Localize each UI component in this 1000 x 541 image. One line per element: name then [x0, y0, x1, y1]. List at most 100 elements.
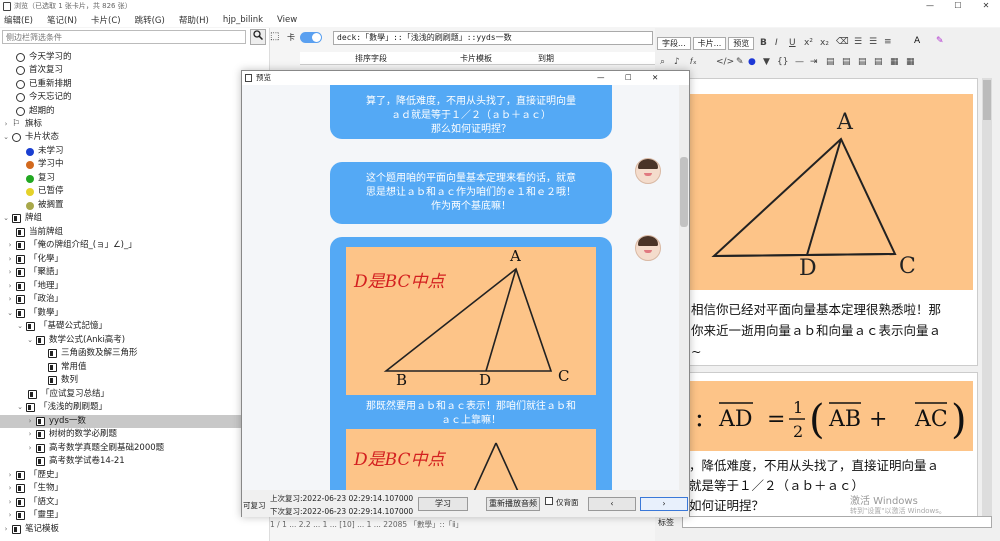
pen-icon[interactable]: ✎ [736, 57, 744, 67]
sidebar-item-buried[interactable]: 被搁置 [24, 199, 64, 212]
table-icon[interactable]: ▦ [890, 57, 899, 67]
indent-icon[interactable]: ⇥ [810, 57, 818, 67]
sidebar-item-review[interactable]: 复习 [24, 172, 55, 185]
bullet-list-icon[interactable]: ☰ [854, 37, 862, 47]
menu-edit[interactable]: 编辑(E) [4, 14, 33, 26]
html-icon[interactable]: </> [716, 57, 734, 67]
chevron-down-icon[interactable]: ⌄ [6, 307, 14, 320]
eraser-icon[interactable]: ⌫ [836, 37, 849, 47]
sidebar-item-new[interactable]: 未学习 [24, 145, 64, 158]
search-button[interactable] [250, 29, 266, 45]
preview-scrollbar-thumb[interactable] [680, 157, 688, 227]
align-icon[interactable]: ≡ [884, 37, 892, 47]
maximize-button[interactable]: ☐ [625, 71, 632, 85]
mic-icon[interactable]: ♪ [674, 57, 680, 67]
column-due[interactable]: 到期 [538, 53, 554, 64]
preview-button[interactable]: 预览 [728, 37, 755, 50]
sidebar-item-rescheduled[interactable]: 已重新排期 [14, 78, 72, 91]
sidebar-item-deck[interactable]: ⌄ 「浅浅的刷刷题」 [16, 401, 107, 414]
back-only-checkbox[interactable] [545, 497, 553, 505]
chevron-right-icon[interactable]: › [2, 118, 10, 131]
chevron-right-icon[interactable]: › [6, 280, 14, 293]
chevron-right-icon[interactable]: › [26, 442, 34, 455]
replay-audio-button[interactable]: 重新播放音频 [486, 497, 540, 511]
chevron-down-icon[interactable]: ⌄ [26, 334, 34, 347]
attach-icon[interactable]: ⌕ [660, 57, 665, 67]
menu-bilink[interactable]: hjp_bilink [223, 15, 263, 25]
chevron-right-icon[interactable]: › [6, 239, 14, 252]
sidebar-item-learning[interactable]: 学习中 [24, 158, 64, 171]
sidebar-item-deck[interactable]: › 「歷史」 [6, 469, 63, 482]
sidebar-item-deck[interactable]: › 「俺の牌组介绍_(ョ」∠)_」 [6, 239, 137, 252]
next-card-button[interactable]: › [640, 497, 688, 511]
cards-notes-toggle[interactable] [300, 32, 322, 43]
justify-icon[interactable]: ▤ [874, 57, 883, 67]
chevron-right-icon[interactable]: › [26, 415, 34, 428]
chevron-down-icon[interactable]: ⌄ [16, 320, 24, 333]
editor-scrollbar[interactable] [982, 78, 992, 523]
sidebar-item-studied-today[interactable]: 今天学习的 [14, 51, 72, 64]
chevron-right-icon[interactable]: › [6, 293, 14, 306]
chevron-down-icon[interactable]: ⌄ [2, 131, 10, 144]
menu-view[interactable]: View [277, 15, 297, 25]
maximize-button[interactable]: ☐ [944, 0, 972, 12]
minimize-button[interactable]: — [597, 71, 605, 85]
sidebar-item-deck[interactable]: › 「生物」 [6, 482, 63, 495]
tag-input[interactable] [682, 516, 992, 528]
sidebar-item-deck[interactable]: 三角函数及解三角形 [46, 347, 138, 360]
italic-button[interactable]: I [775, 38, 778, 48]
highlight-icon[interactable]: ✎ [936, 36, 944, 46]
align-center-icon[interactable]: ▤ [842, 57, 851, 67]
sidebar-item-deck[interactable]: 数列 [46, 374, 78, 387]
sidebar-item-forgot-today[interactable]: 今天忘记的 [14, 91, 72, 104]
chevron-right-icon[interactable]: › [2, 523, 10, 536]
sidebar-item-flags[interactable]: › ⚐ 旗标 [2, 118, 42, 131]
sidebar-item-deck[interactable]: 「应试复习总结」 [26, 388, 109, 401]
menu-cards[interactable]: 卡片(C) [91, 14, 121, 26]
text-color-icon[interactable]: A [914, 36, 920, 46]
sidebar-item-deck[interactable]: › 「化學」 [6, 253, 63, 266]
sidebar-item-deck[interactable]: ⌄ 「數學」 [6, 307, 63, 320]
chevron-right-icon[interactable]: › [26, 428, 34, 441]
menu-go[interactable]: 跳转(G) [135, 14, 165, 26]
sidebar-item-deck[interactable]: 高考数学试卷14-21 [34, 455, 125, 468]
preview-scrollbar[interactable] [679, 85, 689, 490]
chevron-right-icon[interactable]: › [6, 266, 14, 279]
sidebar-item-overdue[interactable]: 超期的 [14, 105, 55, 118]
chevron-down-icon[interactable]: ⌄ [16, 401, 24, 414]
column-sort-field[interactable]: 排序字段 [355, 53, 387, 64]
sidebar-item-suspended[interactable]: 已暂停 [24, 185, 64, 198]
bold-button[interactable]: B [760, 38, 767, 48]
close-button[interactable]: ✕ [652, 71, 658, 85]
sidebar-item-deck[interactable]: › 「聚語」 [6, 266, 63, 279]
braces-icon[interactable]: {} [777, 57, 788, 67]
superscript-button[interactable]: x² [804, 38, 813, 48]
select-icon[interactable]: ⬚ [270, 31, 279, 42]
subscript-button[interactable]: x₂ [820, 38, 829, 48]
sidebar-item-first-review[interactable]: 首次复习 [14, 64, 63, 77]
chevron-right-icon[interactable]: › [6, 509, 14, 522]
formula-icon[interactable]: 𝑓ₓ [690, 57, 697, 67]
browser-search-input[interactable]: deck:「數學」::「浅浅的刷刷题」::yyds一数 [333, 31, 653, 45]
sidebar-item-selected-deck[interactable]: › yyds一数 [0, 415, 242, 428]
chevron-right-icon[interactable]: › [6, 253, 14, 266]
sidebar-item-note-types[interactable]: › 笔记模板 [2, 523, 59, 536]
editor-scrollbar-thumb[interactable] [983, 80, 991, 120]
sidebar-item-deck[interactable]: 常用值 [46, 361, 87, 374]
study-button[interactable]: 学习 [418, 497, 468, 511]
sidebar-item-deck[interactable]: ⌄ 「基礎公式記憶」 [16, 320, 107, 333]
menu-help[interactable]: 帮助(H) [179, 14, 209, 26]
sidebar-item-current-deck[interactable]: 当前牌组 [14, 226, 63, 239]
underline-button[interactable]: U [789, 38, 796, 48]
sidebar-item-card-state[interactable]: ⌄ 卡片状态 [2, 131, 59, 144]
align-left-icon[interactable]: ▤ [826, 57, 835, 67]
sidebar-item-deck[interactable]: › 高考数学真题全刷基础2000题 [26, 442, 164, 455]
sidebar-item-deck[interactable]: › 「政治」 [6, 293, 63, 306]
grid-icon[interactable]: ▦ [906, 57, 915, 67]
triangle-icon[interactable]: ▼ [763, 57, 770, 67]
editor-field-front[interactable]: A D C 相信你已经对平面向量基本定理很熟悉啦！那 你来近一逝用向量ａｂ和向量… [682, 78, 978, 366]
editor-field-back[interactable]: : AD = 1 2 ( AB + AC ) ，降低难度，不用从头找了，直接证明… [682, 372, 978, 522]
chevron-right-icon[interactable]: › [6, 496, 14, 509]
color-dot-icon[interactable]: ● [748, 57, 756, 67]
column-card-template[interactable]: 卡片模板 [460, 53, 492, 64]
